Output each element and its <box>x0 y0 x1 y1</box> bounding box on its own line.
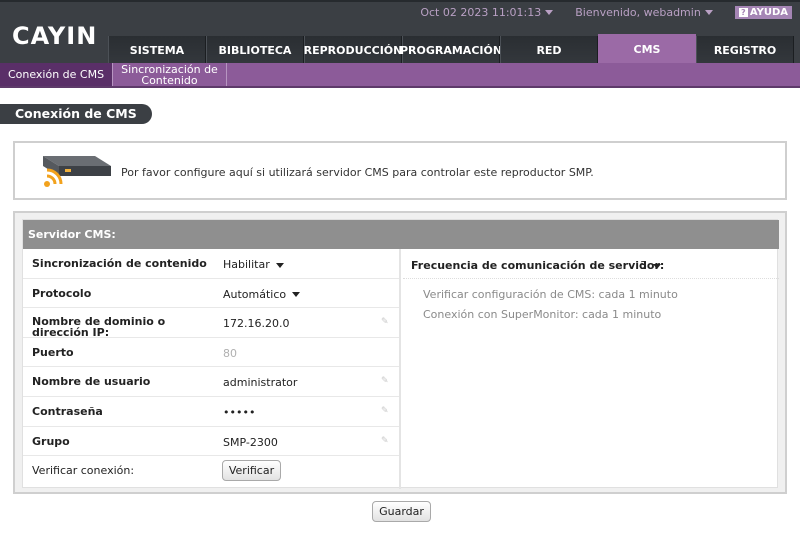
communication-settings: Frecuencia de comunicación de servidor: … <box>403 249 779 489</box>
username-label: Nombre de usuario <box>32 375 151 389</box>
row-verify: Verificar conexión: Verificar <box>23 456 399 486</box>
username-field[interactable]: administrator <box>223 376 297 389</box>
port-label: Puerto <box>32 345 74 359</box>
pencil-icon[interactable]: ✎ <box>381 436 389 445</box>
player-wifi-icon <box>43 156 111 187</box>
password-label: Contraseña <box>32 404 103 418</box>
datetime-text: Oct 02 2023 11:01:13 <box>420 5 542 19</box>
group-label: Grupo <box>32 434 70 448</box>
group-field[interactable]: SMP-2300 <box>223 436 278 449</box>
info-message: Por favor configure aquí si utilizará se… <box>121 166 594 179</box>
tab-sistema[interactable]: SISTEMA <box>108 36 206 65</box>
sub-navigation: Conexión de CMS Sincronización de Conteni… <box>0 63 800 88</box>
cayin-logo: CAYIN <box>12 22 98 50</box>
help-icon: ? <box>738 7 748 17</box>
chevron-down-icon <box>653 263 661 269</box>
info-box: Por favor configure aquí si utilizará se… <box>13 141 787 200</box>
protocol-label: Protocolo <box>32 286 92 300</box>
tab-programacion[interactable]: PROGRAMACIÓN <box>400 36 502 65</box>
protocol-select[interactable]: Automático <box>223 287 301 301</box>
subnav-content-sync[interactable]: Sincronización de Contenido <box>113 63 227 86</box>
cms-server-panel: Servidor CMS: Sincronización de contenid… <box>13 211 787 494</box>
row-content-sync: Sincronización de contenido Habilitar <box>23 249 399 279</box>
cms-server-panel-inner: Servidor CMS: Sincronización de contenid… <box>22 219 779 489</box>
chevron-down-icon <box>275 262 284 268</box>
row-group: Grupo SMP-2300 ✎ <box>23 427 399 457</box>
page-title: Conexión de CMS <box>0 104 152 124</box>
subnav-content-sync-label: Sincronización de Contenido <box>121 62 218 87</box>
tab-reproduccion[interactable]: REPRODUCCIÓN <box>304 36 402 65</box>
content-sync-value: Habilitar <box>223 258 270 271</box>
settings-list: Sincronización de contenido Habilitar Pr… <box>23 249 401 489</box>
note-supermonitor: Conexión con SuperMonitor: cada 1 minuto <box>423 308 662 321</box>
help-button[interactable]: ? AYUDA <box>734 5 792 19</box>
password-field[interactable]: ••••• <box>223 406 255 419</box>
divider <box>403 278 779 279</box>
domain-field[interactable]: 172.16.20.0 <box>223 317 289 330</box>
pencil-icon[interactable]: ✎ <box>381 377 389 386</box>
tab-registro[interactable]: REGISTRO <box>696 36 794 65</box>
help-label: AYUDA <box>749 6 788 18</box>
row-domain: Nombre de dominio o dirección IP: 172.16… <box>23 308 399 338</box>
port-field: 80 <box>223 346 237 360</box>
verify-button[interactable]: Verificar <box>222 460 281 482</box>
pencil-icon[interactable]: ✎ <box>381 406 389 415</box>
subnav-cms-connection[interactable]: Conexión de CMS <box>0 63 113 86</box>
chevron-down-icon <box>292 292 301 298</box>
main-tabs: SISTEMA BIBLIOTECA REPRODUCCIÓN PROGRAMA… <box>108 34 794 65</box>
datetime-dropdown[interactable]: Oct 02 2023 11:01:13 <box>420 5 554 19</box>
protocol-value: Automático <box>223 287 287 301</box>
pencil-icon[interactable]: ✎ <box>381 318 389 327</box>
frequency-label: Frecuencia de comunicación de servidor: <box>411 259 665 272</box>
row-username: Nombre de usuario administrator ✎ <box>23 367 399 397</box>
welcome-text: Bienvenido, webadmin <box>575 5 701 19</box>
row-protocol: Protocolo Automático <box>23 279 399 309</box>
tab-biblioteca[interactable]: BIBLIOTECA <box>206 36 304 65</box>
verify-label: Verificar conexión: <box>32 464 135 478</box>
domain-label: Nombre de dominio o dirección IP: <box>32 315 166 340</box>
top-status-bar: Oct 02 2023 11:01:13 Bienvenido, webadmi… <box>420 5 792 19</box>
user-menu[interactable]: Bienvenido, webadmin <box>575 6 713 19</box>
tab-red[interactable]: RED <box>500 36 598 65</box>
chevron-down-icon <box>704 10 713 15</box>
tab-cms[interactable]: CMS <box>598 34 696 65</box>
chevron-down-icon <box>545 10 554 15</box>
panel-header: Servidor CMS: <box>23 220 779 249</box>
frequency-select[interactable]: 3 <box>640 259 661 272</box>
note-cms-check: Verificar configuración de CMS: cada 1 m… <box>423 288 678 301</box>
row-port: Puerto 80 <box>23 338 399 368</box>
content-sync-select[interactable]: Habilitar <box>223 258 284 271</box>
save-button[interactable]: Guardar <box>372 501 431 522</box>
app-header: CAYIN Oct 02 2023 11:01:13 Bienvenido, w… <box>0 0 800 65</box>
content-sync-label: Sincronización de contenido <box>32 257 207 270</box>
frequency-value: 3 <box>640 259 647 272</box>
row-password: Contraseña ••••• ✎ <box>23 397 399 427</box>
